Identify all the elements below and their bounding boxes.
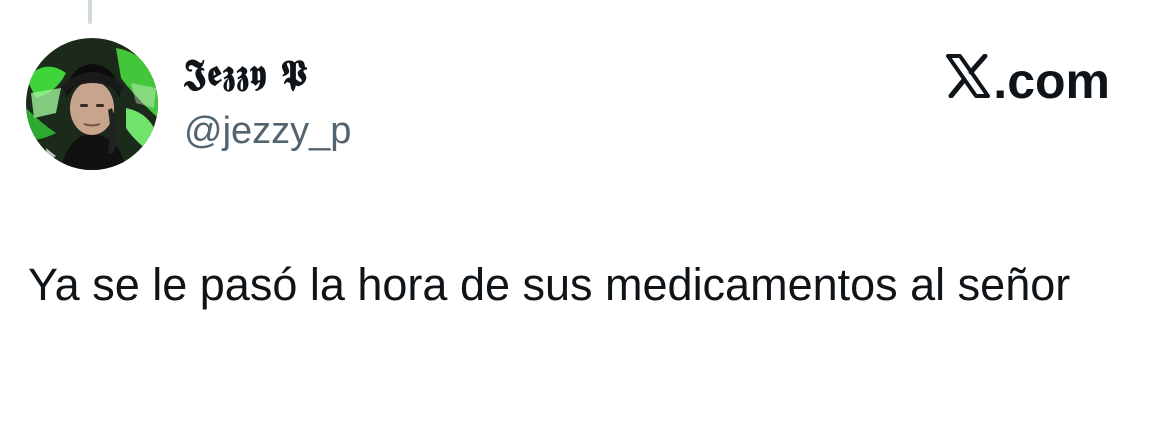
- x-logo-icon: [945, 52, 991, 110]
- thread-connector-line: [88, 0, 92, 24]
- tweet-text: Ya se le pasó la hora de sus medicamento…: [28, 259, 1071, 310]
- avatar[interactable]: [26, 38, 158, 170]
- x-com-brand: .com: [945, 52, 1110, 110]
- author-display-name[interactable]: 𝕵𝖊𝖟𝖟𝖞 𝕻: [184, 52, 308, 95]
- avatar-image: [26, 38, 158, 170]
- author-handle[interactable]: @jezzy_p: [184, 110, 351, 153]
- brand-domain-label: .com: [993, 53, 1110, 109]
